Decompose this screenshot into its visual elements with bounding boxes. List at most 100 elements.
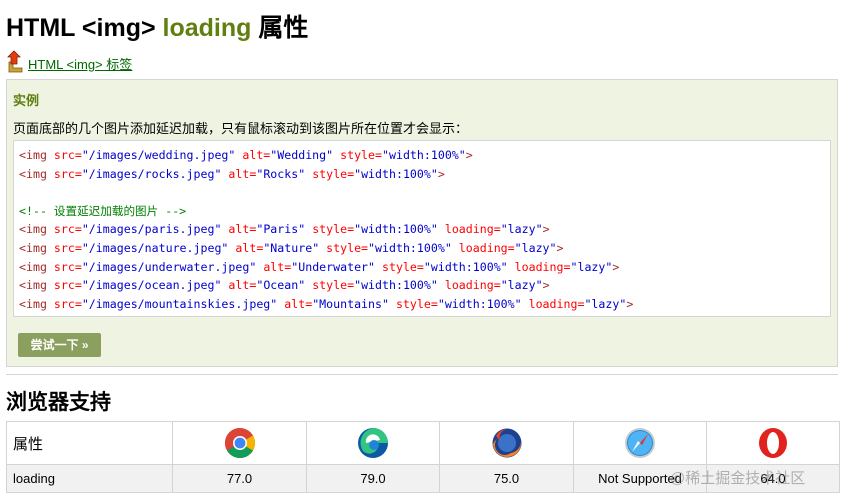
code-value: "Wedding" bbox=[270, 148, 334, 162]
code-attr: src= bbox=[46, 166, 82, 181]
watermark: @稀土掘金技术社区 bbox=[670, 470, 806, 487]
code-tag: > bbox=[465, 148, 473, 162]
code-value: "/images/wedding.jpeg" bbox=[81, 148, 236, 162]
firefox-column bbox=[439, 421, 574, 465]
title-suffix: 属性 bbox=[251, 14, 309, 42]
code-line: <img src="/images/mountainskies.jpeg" al… bbox=[19, 295, 830, 314]
code-value: "lazy" bbox=[500, 222, 543, 237]
code-attr: style= bbox=[388, 296, 438, 311]
code-line: <img src="/images/nature.jpeg" alt="Natu… bbox=[19, 239, 830, 258]
table-header-row: 属性 bbox=[6, 421, 840, 465]
opera-icon bbox=[759, 428, 787, 458]
opera-column bbox=[706, 421, 840, 465]
code-tag: > bbox=[542, 278, 550, 293]
code-value: "width:100%" bbox=[368, 240, 452, 255]
code-tag: > bbox=[626, 296, 634, 311]
code-attr: src= bbox=[46, 222, 82, 237]
code-tag: <img bbox=[19, 166, 47, 181]
property-header: 属性 bbox=[6, 421, 173, 465]
chrome-column bbox=[172, 421, 307, 465]
code-attr: style= bbox=[305, 166, 355, 181]
code-value: "width:100%" bbox=[354, 166, 438, 181]
firefox-icon bbox=[492, 428, 521, 458]
back-arrow-icon bbox=[7, 50, 23, 73]
code-attr: alt= bbox=[277, 296, 313, 311]
code-value: "width:100%" bbox=[382, 148, 466, 162]
code-value: "/images/paris.jpeg" bbox=[81, 222, 222, 237]
code-line: <img src="/images/paris.jpeg" alt="Paris… bbox=[19, 220, 830, 239]
code-attr: style= bbox=[305, 278, 355, 293]
code-tag: <img bbox=[19, 240, 47, 255]
divider bbox=[6, 374, 838, 375]
code-value: "lazy" bbox=[514, 240, 557, 255]
code-value: "width:100%" bbox=[423, 259, 508, 274]
edge-version: 79.0 bbox=[306, 464, 440, 493]
code-attr: src= bbox=[46, 240, 82, 255]
code-block: <img src="/images/wedding.jpeg" alt="Wed… bbox=[13, 140, 831, 317]
code-tag: > bbox=[542, 222, 550, 237]
code-attr: loading= bbox=[451, 240, 515, 255]
code-value: "width:100%" bbox=[354, 278, 438, 293]
code-line: <img src="/images/ocean.jpeg" alt="Ocean… bbox=[19, 276, 830, 295]
browser-support-title: 浏览器支持 bbox=[6, 391, 111, 414]
example-description: 页面底部的几个图片添加延迟加载，只有鼠标滚动到该图片所在位置才会显示： bbox=[13, 121, 469, 136]
firefox-version: 75.0 bbox=[439, 464, 574, 493]
edge-icon bbox=[358, 428, 388, 458]
code-line: <!-- 设置延迟加载的图片 --> bbox=[19, 202, 830, 221]
code-comment: <!-- 设置延迟加载的图片 --> bbox=[19, 203, 187, 218]
code-value: "Mountains" bbox=[312, 296, 389, 311]
code-attr: alt= bbox=[228, 240, 264, 255]
code-tag: <img bbox=[19, 296, 47, 311]
code-value: "Underwater" bbox=[291, 259, 376, 274]
code-tag: > bbox=[556, 240, 564, 255]
chrome-icon bbox=[224, 428, 255, 459]
code-tag: <img bbox=[19, 278, 47, 293]
code-value: "lazy" bbox=[500, 278, 543, 293]
back-link-label[interactable]: HTML <img> 标签 bbox=[28, 54, 132, 73]
code-attr: loading= bbox=[507, 259, 571, 274]
code-attr: loading= bbox=[521, 296, 585, 311]
code-value: "width:100%" bbox=[437, 296, 522, 311]
code-attr: alt= bbox=[235, 148, 271, 162]
code-attr: alt= bbox=[221, 222, 257, 237]
code-tag: <img bbox=[19, 222, 47, 237]
code-tag: > bbox=[437, 166, 445, 181]
code-attr: loading= bbox=[437, 222, 501, 237]
code-value: "Ocean" bbox=[256, 278, 306, 293]
code-line: <img src="/images/wedding.jpeg" alt="Wed… bbox=[19, 146, 830, 165]
code-attr: src= bbox=[46, 148, 82, 162]
edge-column bbox=[306, 421, 440, 465]
property-name: loading bbox=[6, 464, 173, 493]
code-tag: > bbox=[612, 259, 620, 274]
example-box: 实例 页面底部的几个图片添加延迟加载，只有鼠标滚动到该图片所在位置才会显示： <… bbox=[6, 79, 838, 367]
page: HTML <img> loading 属性 HTML <img> 标签 实例 页… bbox=[0, 0, 846, 504]
code-attr: alt= bbox=[221, 166, 257, 181]
code-tag: <img bbox=[19, 259, 47, 274]
code-attr: loading= bbox=[437, 278, 501, 293]
example-heading: 实例 bbox=[13, 93, 40, 108]
code-value: "Paris" bbox=[256, 222, 306, 237]
code-tag: <img bbox=[19, 148, 47, 162]
code-attr: style= bbox=[375, 259, 424, 274]
code-attr: src= bbox=[46, 296, 82, 311]
code-value: "width:100%" bbox=[354, 222, 438, 237]
code-attr: alt= bbox=[221, 278, 257, 293]
code-value: "/images/underwater.jpeg" bbox=[81, 259, 257, 274]
code-attr: src= bbox=[46, 259, 82, 274]
code-attr: src= bbox=[46, 278, 82, 293]
try-it-button[interactable]: 尝试一下 » bbox=[18, 333, 101, 357]
code-value: "/images/rocks.jpeg" bbox=[81, 166, 222, 181]
back-link[interactable]: HTML <img> 标签 bbox=[6, 48, 132, 74]
code-value: "/images/mountainskies.jpeg" bbox=[81, 296, 278, 311]
code-value: "lazy" bbox=[570, 259, 613, 274]
code-value: "lazy" bbox=[584, 296, 627, 311]
safari-column bbox=[573, 421, 707, 465]
page-title: HTML <img> loading 属性 bbox=[6, 8, 308, 44]
code-attr: style= bbox=[319, 240, 369, 255]
code-line: <img src="/images/rocks.jpeg" alt="Rocks… bbox=[19, 165, 830, 184]
title-highlight: loading bbox=[162, 14, 252, 42]
safari-icon bbox=[625, 428, 655, 458]
code-value: "Nature" bbox=[263, 240, 320, 255]
title-prefix: HTML <img> bbox=[6, 14, 163, 42]
chrome-version: 77.0 bbox=[172, 464, 307, 493]
